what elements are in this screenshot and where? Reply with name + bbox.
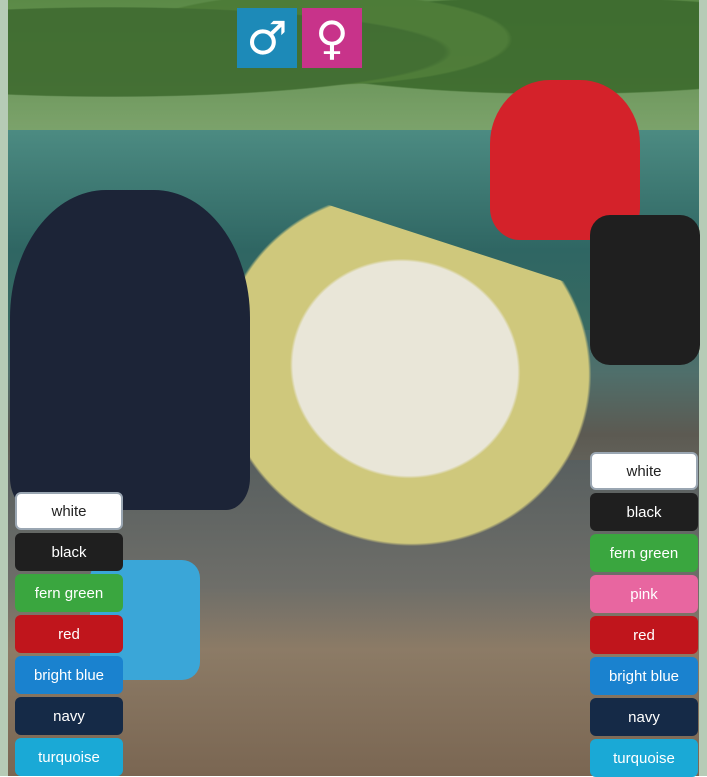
men-swatch-fern-green[interactable]: fern green	[15, 574, 123, 612]
men-swatch-navy[interactable]: navy	[15, 697, 123, 735]
male-icon: ♂	[237, 8, 297, 68]
right-border	[699, 0, 707, 776]
men-color-swatches: white black fern green red bright blue n…	[15, 492, 123, 776]
women-swatch-black[interactable]: black	[590, 493, 698, 531]
men-swatch-white[interactable]: white	[15, 492, 123, 530]
female-icon: ♀	[302, 8, 362, 68]
men-swatch-red[interactable]: red	[15, 615, 123, 653]
women-swatch-red[interactable]: red	[590, 616, 698, 654]
left-border	[0, 0, 8, 776]
women-swatch-pink[interactable]: pink	[590, 575, 698, 613]
women-swatch-bright-blue[interactable]: bright blue	[590, 657, 698, 695]
women-swatch-turquoise[interactable]: turquoise	[590, 739, 698, 777]
women-swatch-white[interactable]: white	[590, 452, 698, 490]
women-color-swatches: white black fern green pink red bright b…	[590, 452, 698, 777]
women-swatch-navy[interactable]: navy	[590, 698, 698, 736]
men-swatch-turquoise[interactable]: turquoise	[15, 738, 123, 776]
man-navy-polo	[10, 190, 250, 510]
men-swatch-bright-blue[interactable]: bright blue	[15, 656, 123, 694]
men-swatch-black[interactable]: black	[15, 533, 123, 571]
women-swatch-fern-green[interactable]: fern green	[590, 534, 698, 572]
woman-black-shorts	[590, 215, 700, 365]
